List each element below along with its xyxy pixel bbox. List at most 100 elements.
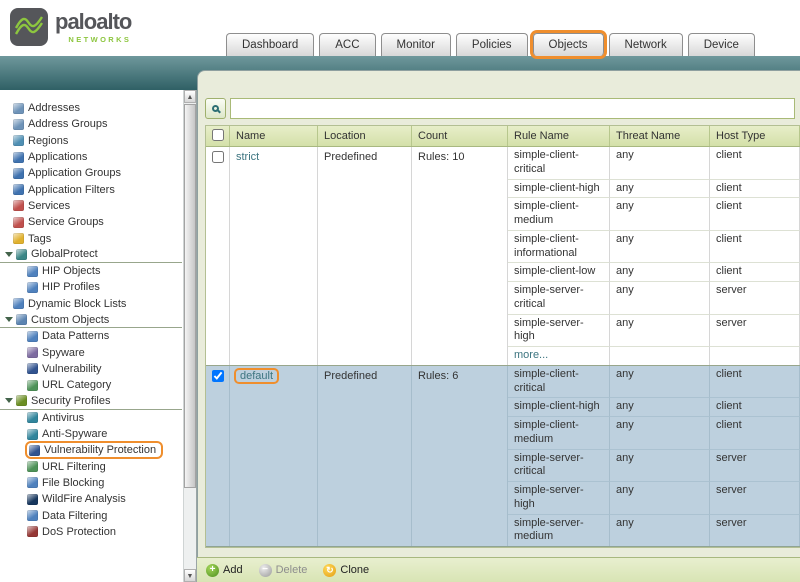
sidebar-item-service-groups[interactable]: Service Groups	[0, 214, 182, 230]
sidebar-item-hip-objects[interactable]: HIP Objects	[0, 263, 182, 279]
sidebar-scrollbar[interactable]: ▲ ▼	[183, 90, 196, 582]
brand-subtitle: NETWORKS	[55, 35, 131, 44]
sidebar-item-label: Tags	[28, 233, 51, 245]
delete-icon: −	[259, 564, 272, 577]
sidebar-item-label: Anti-Spyware	[42, 428, 107, 440]
sidebar-item-application-groups[interactable]: Application Groups	[0, 165, 182, 181]
globalprotect-icon	[16, 249, 27, 260]
sidebar-item-application-filters[interactable]: Application Filters	[0, 181, 182, 197]
tab-acc[interactable]: ACC	[319, 33, 375, 56]
search-input[interactable]	[230, 98, 795, 119]
regions-icon	[13, 135, 24, 146]
threat-name-cell: any	[610, 450, 710, 483]
host-type-cell: server	[710, 515, 800, 547]
sidebar-item-data-filtering[interactable]: Data Filtering	[0, 507, 182, 523]
antivirus-icon	[27, 412, 38, 423]
sidebar-item-security-profiles[interactable]: Security Profiles	[0, 393, 182, 409]
sidebar-item-dynamic-block-lists[interactable]: Dynamic Block Lists	[0, 296, 182, 312]
profile-count: Rules: 6	[412, 366, 508, 546]
host-type-cell: server	[710, 282, 800, 315]
threat-name-cell: any	[610, 231, 710, 264]
rule-name-cell: simple-server-medium	[508, 515, 610, 547]
sidebar-item-globalprotect[interactable]: GlobalProtect	[0, 247, 182, 263]
more-link[interactable]: more...	[514, 349, 548, 361]
tab-objects[interactable]: Objects	[533, 33, 604, 56]
profile-name-link[interactable]: strict	[236, 151, 259, 163]
add-button[interactable]: + Add	[206, 564, 243, 577]
expand-arrow-icon[interactable]	[5, 398, 13, 403]
sidebar-item-file-blocking[interactable]: File Blocking	[0, 475, 182, 491]
rule-name-cell: simple-server-critical	[508, 282, 610, 315]
threat-name-cell: any	[610, 417, 710, 450]
sidebar-item-tags[interactable]: Tags	[0, 230, 182, 246]
column-header-host-type[interactable]: Host Type	[710, 126, 800, 146]
sidebar-item-address-groups[interactable]: Address Groups	[0, 116, 182, 132]
sidebar-item-hip-profiles[interactable]: HIP Profiles	[0, 279, 182, 295]
sidebar-item-vulnerability-protection[interactable]: Vulnerability Protection	[0, 442, 182, 458]
sidebar-item-vulnerability[interactable]: Vulnerability	[0, 361, 182, 377]
wildfire-analysis-icon	[27, 494, 38, 505]
scrollbar-thumb[interactable]	[184, 104, 196, 488]
sidebar-item-anti-spyware[interactable]: Anti-Spyware	[0, 426, 182, 442]
scroll-down-icon[interactable]: ▼	[184, 569, 196, 582]
row-checkbox[interactable]	[212, 151, 224, 163]
services-icon	[13, 200, 24, 211]
sidebar-item-regions[interactable]: Regions	[0, 133, 182, 149]
delete-button-label: Delete	[276, 564, 308, 576]
profile-row: strictPredefinedRules: 10simple-client-c…	[206, 147, 800, 366]
host-type-cell: server	[710, 315, 800, 348]
rule-name-cell: simple-client-medium	[508, 417, 610, 450]
tab-dashboard[interactable]: Dashboard	[226, 33, 314, 56]
expand-arrow-icon[interactable]	[5, 252, 13, 257]
profile-name-link[interactable]: default	[236, 370, 277, 382]
clone-button[interactable]: ↻ Clone	[323, 564, 369, 577]
row-checkbox[interactable]	[212, 370, 224, 382]
tab-policies[interactable]: Policies	[456, 33, 528, 56]
column-header-count[interactable]: Count	[412, 126, 508, 146]
sidebar-item-label: Applications	[28, 151, 87, 163]
delete-button[interactable]: − Delete	[259, 564, 308, 577]
tab-network[interactable]: Network	[609, 33, 683, 56]
sidebar-item-wildfire-analysis[interactable]: WildFire Analysis	[0, 491, 182, 507]
column-header-location[interactable]: Location	[318, 126, 412, 146]
sidebar-item-url-category[interactable]: URL Category	[0, 377, 182, 393]
sidebar-item-spyware[interactable]: Spyware	[0, 344, 182, 360]
tags-icon	[13, 233, 24, 244]
sidebar-item-label: Security Profiles	[31, 395, 110, 407]
sidebar-item-label: URL Category	[42, 379, 111, 391]
column-header-rule-name[interactable]: Rule Name	[508, 126, 610, 146]
tab-monitor[interactable]: Monitor	[381, 33, 451, 56]
sidebar-item-url-filtering[interactable]: URL Filtering	[0, 459, 182, 475]
sidebar-item-label: File Blocking	[42, 477, 104, 489]
sidebar-item-label: HIP Objects	[42, 265, 101, 277]
application-filters-icon	[13, 184, 24, 195]
brand-logo: paloalto NETWORKS	[10, 8, 131, 46]
sidebar-item-data-patterns[interactable]: Data Patterns	[0, 328, 182, 344]
sidebar-item-addresses[interactable]: Addresses	[0, 100, 182, 116]
sidebar-item-custom-objects[interactable]: Custom Objects	[0, 312, 182, 328]
threat-name-cell: any	[610, 315, 710, 348]
column-header-threat-name[interactable]: Threat Name	[610, 126, 710, 146]
sidebar-item-services[interactable]: Services	[0, 198, 182, 214]
select-all-checkbox[interactable]	[212, 129, 224, 141]
expand-arrow-icon[interactable]	[5, 317, 13, 322]
sidebar-item-label: Data Patterns	[42, 330, 109, 342]
scroll-up-icon[interactable]: ▲	[184, 90, 196, 103]
search-button[interactable]	[205, 98, 226, 119]
sidebar-item-label: GlobalProtect	[31, 248, 98, 260]
footer-toolbar: + Add − Delete ↻ Clone	[197, 557, 800, 582]
profile-location: Predefined	[318, 366, 412, 546]
sidebar-item-applications[interactable]: Applications	[0, 149, 182, 165]
profiles-table: NameLocationCountRule NameThreat NameHos…	[205, 125, 800, 548]
rule-name-cell: simple-client-low	[508, 263, 610, 282]
rule-name-cell: simple-client-high	[508, 398, 610, 417]
sidebar-item-dos-protection[interactable]: DoS Protection	[0, 524, 182, 540]
tab-device[interactable]: Device	[688, 33, 755, 56]
rule-name-cell: simple-client-high	[508, 180, 610, 199]
search-row	[205, 97, 795, 119]
sidebar-item-label: Application Groups	[28, 167, 121, 179]
column-header-name[interactable]: Name	[230, 126, 318, 146]
custom-objects-icon	[16, 314, 27, 325]
hip-profiles-icon	[27, 282, 38, 293]
sidebar-item-antivirus[interactable]: Antivirus	[0, 410, 182, 426]
